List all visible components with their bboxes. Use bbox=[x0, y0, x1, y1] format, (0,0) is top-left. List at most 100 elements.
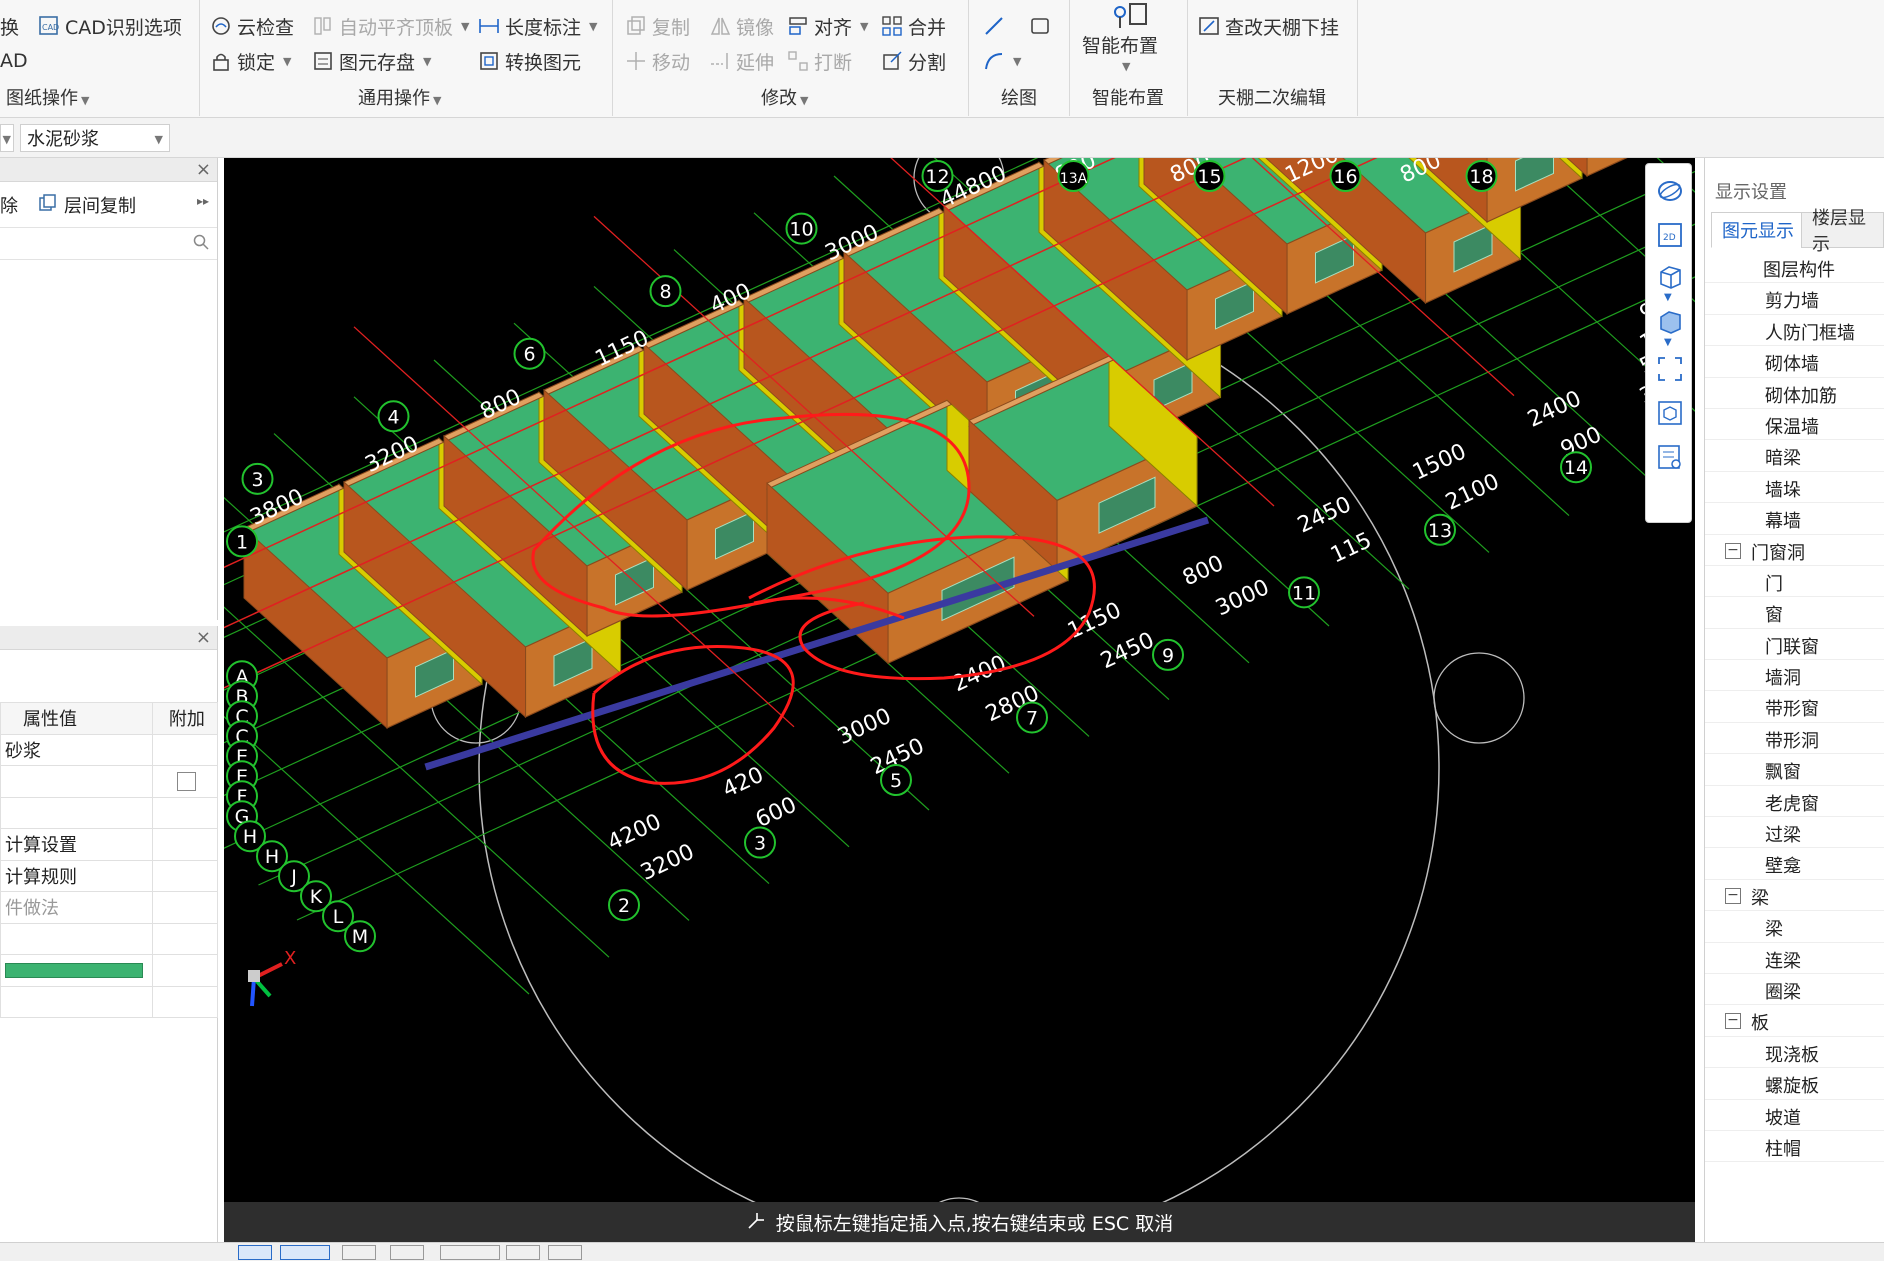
copy-button[interactable]: 复制 bbox=[625, 12, 690, 40]
collapse-icon[interactable]: − bbox=[1725, 887, 1741, 904]
polar-toggle-button[interactable] bbox=[390, 1245, 424, 1260]
close-icon[interactable]: × bbox=[196, 627, 211, 648]
tree-item[interactable]: 老虎窗 bbox=[1705, 786, 1884, 818]
property-value[interactable]: 件做法 bbox=[0, 891, 153, 924]
convert-element-button[interactable]: 转换图元 bbox=[478, 47, 581, 75]
tree-item[interactable]: 门 bbox=[1705, 566, 1884, 598]
smart-layout-caret-icon[interactable]: ▼ bbox=[1122, 60, 1130, 73]
element-view-button[interactable] bbox=[1657, 400, 1683, 426]
split-button[interactable]: 分割 bbox=[881, 47, 946, 75]
3d-model-scene[interactable]: 3800420032003200420600800300024501150240… bbox=[224, 158, 1695, 1242]
lineweight-toggle-button[interactable] bbox=[548, 1245, 582, 1260]
search-icon[interactable] bbox=[193, 234, 209, 254]
zoom-extents-button[interactable] bbox=[1657, 356, 1683, 382]
color-swatch-cell[interactable] bbox=[0, 954, 153, 987]
tree-item[interactable]: 连梁 bbox=[1705, 943, 1884, 974]
merge-button[interactable]: 合并 bbox=[881, 12, 946, 40]
table-row[interactable] bbox=[0, 765, 219, 798]
tree-item[interactable]: 砌体加筋 bbox=[1705, 378, 1884, 409]
auto-align-top-slab-button[interactable]: 自动平齐顶板 ▼ bbox=[312, 12, 469, 40]
save-element-button[interactable]: 图元存盘 ▼ bbox=[312, 47, 431, 75]
tree-item[interactable]: 剪力墙 bbox=[1705, 283, 1884, 315]
table-row[interactable] bbox=[0, 796, 219, 829]
snap-toggle-button[interactable] bbox=[238, 1245, 272, 1260]
tree-item[interactable]: 门联窗 bbox=[1705, 629, 1884, 661]
replace-button[interactable]: 换 bbox=[0, 12, 19, 40]
table-row[interactable]: 计算规则 bbox=[0, 859, 219, 892]
property-value[interactable]: 砂浆 bbox=[0, 733, 153, 766]
dyn-toggle-button[interactable] bbox=[506, 1245, 540, 1260]
3d-viewport[interactable]: 3800 4200 3200 3200 420 600 800 3000 2450 1150 240… bbox=[224, 158, 1695, 1242]
table-row[interactable] bbox=[0, 985, 219, 1018]
tree-item[interactable]: 墙垛 bbox=[1705, 472, 1884, 504]
tree-item[interactable]: 带形洞 bbox=[1705, 723, 1884, 755]
tree-item[interactable]: 现浇板 bbox=[1705, 1037, 1884, 1069]
tree-item[interactable]: 梁 bbox=[1705, 911, 1884, 943]
component-search[interactable] bbox=[0, 228, 217, 260]
cloud-check-button[interactable]: 云检查 bbox=[210, 12, 294, 40]
cad-button[interactable]: AD bbox=[0, 47, 28, 75]
grid-toggle-button[interactable] bbox=[342, 1245, 376, 1260]
collapse-icon[interactable]: − bbox=[1725, 542, 1741, 559]
move-button[interactable]: 移动 bbox=[625, 47, 690, 75]
smart-layout-button[interactable]: 智能布置 bbox=[1082, 30, 1158, 58]
extend-button[interactable]: 延伸 bbox=[709, 47, 774, 75]
expand-icon[interactable]: ▸▸ bbox=[197, 194, 209, 208]
tree-item[interactable]: 人防门框墙 bbox=[1705, 315, 1884, 347]
copy-between-floors-button[interactable]: 层间复制 bbox=[38, 192, 136, 218]
tree-item[interactable]: − 门窗洞 bbox=[1705, 535, 1884, 566]
edit-ceiling-drop-button[interactable]: 查改天棚下挂 bbox=[1198, 12, 1339, 40]
display-settings-button[interactable] bbox=[1657, 444, 1683, 470]
property-value[interactable]: 计算规则 bbox=[0, 859, 153, 892]
table-row[interactable] bbox=[0, 954, 219, 987]
ortho-toggle-button[interactable] bbox=[280, 1245, 330, 1260]
material-combo[interactable]: 水泥砂浆 ▼ bbox=[20, 124, 170, 152]
property-value[interactable] bbox=[0, 985, 153, 1018]
table-row[interactable]: 件做法 bbox=[0, 891, 219, 924]
draw-line-button[interactable] bbox=[983, 12, 1005, 40]
orbit-handle-right[interactable] bbox=[1433, 652, 1525, 744]
tab-element-display[interactable]: 图元显示 bbox=[1711, 212, 1805, 248]
tree-item[interactable]: 圈梁 bbox=[1705, 974, 1884, 1006]
color-swatch[interactable] bbox=[5, 962, 143, 978]
lock-button[interactable]: 锁定 ▼ bbox=[210, 47, 291, 75]
property-value[interactable]: 计算设置 bbox=[0, 828, 153, 861]
view-dropdown-icon[interactable]: ▼ bbox=[1664, 292, 1672, 303]
property-value[interactable] bbox=[0, 922, 153, 955]
tree-item[interactable]: 暗梁 bbox=[1705, 440, 1884, 472]
shaded-view-button[interactable] bbox=[1657, 309, 1683, 335]
orbit-view-button[interactable] bbox=[1657, 178, 1683, 204]
draw-arc-button[interactable]: ▼ bbox=[983, 47, 1021, 75]
length-dimension-button[interactable]: 长度标注 ▼ bbox=[478, 12, 597, 40]
draw-rect-button[interactable] bbox=[1029, 12, 1051, 40]
tree-item[interactable]: 过梁 bbox=[1705, 817, 1884, 849]
osnap-toggle-button[interactable] bbox=[440, 1245, 500, 1260]
tree-item[interactable]: 幕墙 bbox=[1705, 503, 1884, 535]
delete-button[interactable]: 除 bbox=[0, 192, 18, 218]
tree-item[interactable]: 图层构件 bbox=[1705, 252, 1884, 284]
tree-item[interactable]: 柱帽 bbox=[1705, 1131, 1884, 1163]
tree-item[interactable]: − 板 bbox=[1705, 1005, 1884, 1037]
align-button[interactable]: 对齐 ▼ bbox=[787, 12, 868, 40]
tree-item[interactable]: 保温墙 bbox=[1705, 409, 1884, 441]
extra-checkbox[interactable] bbox=[177, 772, 197, 792]
break-button[interactable]: 打断 bbox=[787, 47, 852, 75]
2d-view-button[interactable]: 2D bbox=[1657, 222, 1683, 248]
tree-item[interactable]: 壁龛 bbox=[1705, 848, 1884, 880]
table-row[interactable] bbox=[0, 922, 219, 955]
close-icon[interactable]: × bbox=[196, 159, 211, 180]
cad-recognition-options-button[interactable]: CAD CAD识别选项 bbox=[38, 12, 182, 40]
tree-item[interactable]: 螺旋板 bbox=[1705, 1068, 1884, 1100]
mirror-button[interactable]: 镜像 bbox=[709, 12, 774, 40]
tree-item[interactable]: 带形窗 bbox=[1705, 691, 1884, 723]
shade-dropdown-icon[interactable]: ▼ bbox=[1664, 337, 1672, 348]
table-row[interactable]: 砂浆 bbox=[0, 733, 219, 766]
tree-item[interactable]: 砌体墙 bbox=[1705, 346, 1884, 378]
collapse-icon[interactable]: − bbox=[1725, 1013, 1741, 1030]
tab-floor-display[interactable]: 楼层显示 bbox=[1801, 208, 1884, 255]
table-row[interactable]: 计算设置 bbox=[0, 828, 219, 861]
tree-item[interactable]: 坡道 bbox=[1705, 1100, 1884, 1131]
tree-item[interactable]: 窗 bbox=[1705, 597, 1884, 629]
tree-item[interactable]: 飘窗 bbox=[1705, 754, 1884, 786]
floor-combo[interactable]: ▼ bbox=[0, 124, 14, 152]
